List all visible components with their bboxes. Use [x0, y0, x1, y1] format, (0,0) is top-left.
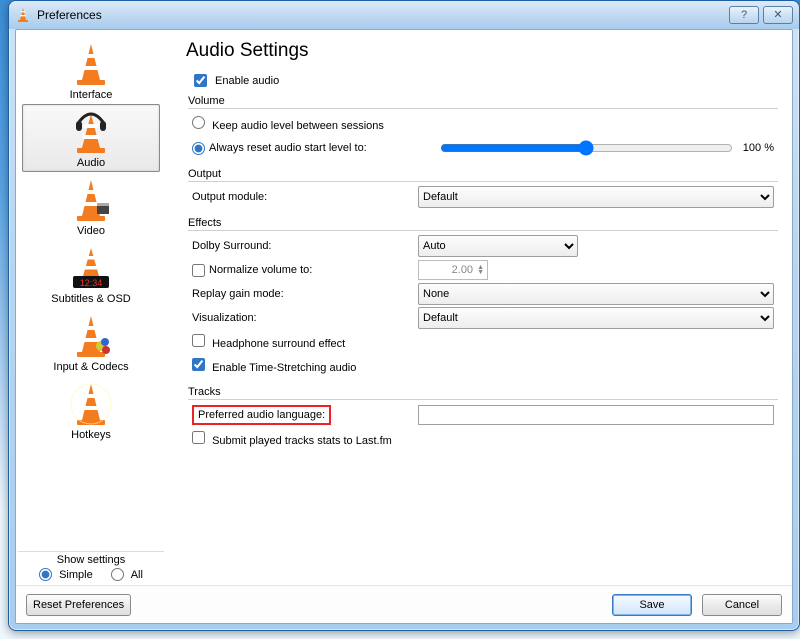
- group-volume: Volume Keep audio level between sessions: [188, 95, 778, 164]
- vlc-cone-icon: [15, 7, 31, 23]
- normalize-field[interactable]: Normalize volume to:: [192, 264, 418, 277]
- radio-simple-label: Simple: [59, 569, 93, 581]
- keep-level-radio[interactable]: [192, 116, 205, 129]
- lastfm-label: Submit played tracks stats to Last.fm: [212, 435, 392, 447]
- timestretch-label: Enable Time-Stretching audio: [212, 362, 356, 374]
- normalize-checkbox[interactable]: [192, 264, 205, 277]
- timestretch-checkbox[interactable]: [192, 358, 205, 371]
- settings-mode-simple[interactable]: Simple: [39, 568, 93, 581]
- help-button[interactable]: ?: [729, 6, 759, 24]
- client-area: Interface Audio: [15, 29, 793, 624]
- radio-simple[interactable]: [39, 568, 52, 581]
- sidebar-item-label: Subtitles & OSD: [51, 293, 130, 305]
- sidebar-item-label: Hotkeys: [71, 429, 111, 441]
- save-button[interactable]: Save: [612, 594, 692, 616]
- group-effects-title: Effects: [188, 217, 778, 231]
- dolby-label: Dolby Surround:: [192, 240, 418, 252]
- cone-osd-icon: 12:34: [67, 244, 115, 292]
- group-volume-title: Volume: [188, 95, 778, 109]
- group-tracks: Tracks Preferred audio language:: [188, 386, 778, 455]
- pref-lang-input[interactable]: [418, 405, 774, 425]
- volume-percent: 100 %: [743, 142, 774, 154]
- lastfm-checkbox[interactable]: [192, 431, 205, 444]
- sidebar-item-label: Interface: [70, 89, 113, 101]
- sidebar-item-label: Video: [77, 225, 105, 237]
- replay-combo[interactable]: None: [418, 283, 774, 305]
- headphone-checkbox[interactable]: [192, 334, 205, 347]
- enable-audio-field[interactable]: Enable audio: [194, 74, 778, 87]
- settings-mode-all[interactable]: All: [111, 568, 143, 581]
- stepper-arrows-icon: ▲▼: [477, 265, 484, 275]
- reset-level-label: Always reset audio start level to:: [209, 142, 367, 154]
- show-settings-label: Show settings: [18, 551, 164, 566]
- cone-clapper-icon: [67, 176, 115, 224]
- group-effects: Effects Dolby Surround: Auto: [188, 217, 778, 382]
- normalize-value: 2.00: [452, 264, 473, 276]
- output-module-label: Output module:: [192, 191, 418, 203]
- headphone-field[interactable]: Headphone surround effect: [192, 334, 345, 350]
- pref-lang-label-wrap: Preferred audio language:: [192, 405, 418, 425]
- dolby-combo[interactable]: Auto: [418, 235, 578, 257]
- cone-glow-icon: [67, 380, 115, 428]
- volume-slider[interactable]: [440, 140, 733, 156]
- sidebar-item-label: Input & Codecs: [53, 361, 128, 373]
- svg-text:12:34: 12:34: [80, 278, 103, 288]
- pref-lang-highlight: Preferred audio language:: [192, 405, 331, 425]
- pref-lang-label: Preferred audio language:: [198, 409, 325, 421]
- group-tracks-title: Tracks: [188, 386, 778, 400]
- sidebar-item-audio[interactable]: Audio: [22, 104, 160, 172]
- main-panel: Audio Settings Enable audio Volume Keep …: [166, 30, 792, 585]
- radio-all[interactable]: [111, 568, 124, 581]
- page-title: Audio Settings: [186, 40, 778, 62]
- sidebar: Interface Audio: [16, 30, 166, 585]
- normalize-label: Normalize volume to:: [209, 264, 312, 276]
- cone-icon: [67, 40, 115, 88]
- group-output: Output Output module: Default: [188, 168, 778, 213]
- normalize-stepper[interactable]: 2.00 ▲▼: [418, 260, 488, 280]
- radio-all-label: All: [131, 569, 143, 581]
- sidebar-item-label: Audio: [77, 157, 105, 169]
- viz-label: Visualization:: [192, 312, 418, 324]
- sidebar-item-input[interactable]: Input & Codecs: [22, 308, 160, 376]
- keep-level-label: Keep audio level between sessions: [212, 120, 384, 132]
- cancel-button[interactable]: Cancel: [702, 594, 782, 616]
- timestretch-field[interactable]: Enable Time-Stretching audio: [192, 358, 356, 374]
- titlebar: Preferences ? ✕: [9, 1, 799, 29]
- cone-headphones-icon: [67, 108, 115, 156]
- footer: Reset Preferences Save Cancel: [16, 585, 792, 623]
- reset-level-option[interactable]: Always reset audio start level to:: [192, 142, 418, 155]
- reset-preferences-button[interactable]: Reset Preferences: [26, 594, 131, 616]
- enable-audio-label: Enable audio: [215, 75, 279, 87]
- sidebar-item-interface[interactable]: Interface: [22, 36, 160, 104]
- preferences-window: Preferences ? ✕ Interface: [8, 0, 800, 631]
- reset-level-radio[interactable]: [192, 142, 205, 155]
- enable-audio-checkbox[interactable]: [194, 74, 207, 87]
- close-button[interactable]: ✕: [763, 6, 793, 24]
- output-module-combo[interactable]: Default: [418, 186, 774, 208]
- headphone-label: Headphone surround effect: [212, 338, 345, 350]
- show-settings: Show settings Simple All: [18, 549, 164, 583]
- lastfm-field[interactable]: Submit played tracks stats to Last.fm: [192, 431, 392, 447]
- group-output-title: Output: [188, 168, 778, 182]
- sidebar-item-video[interactable]: Video: [22, 172, 160, 240]
- cone-codecs-icon: [67, 312, 115, 360]
- sidebar-item-hotkeys[interactable]: Hotkeys: [22, 376, 160, 444]
- sidebar-item-subtitles[interactable]: 12:34 Subtitles & OSD: [22, 240, 160, 308]
- replay-label: Replay gain mode:: [192, 288, 418, 300]
- keep-level-option[interactable]: Keep audio level between sessions: [192, 116, 384, 132]
- window-title: Preferences: [37, 8, 729, 22]
- viz-combo[interactable]: Default: [418, 307, 774, 329]
